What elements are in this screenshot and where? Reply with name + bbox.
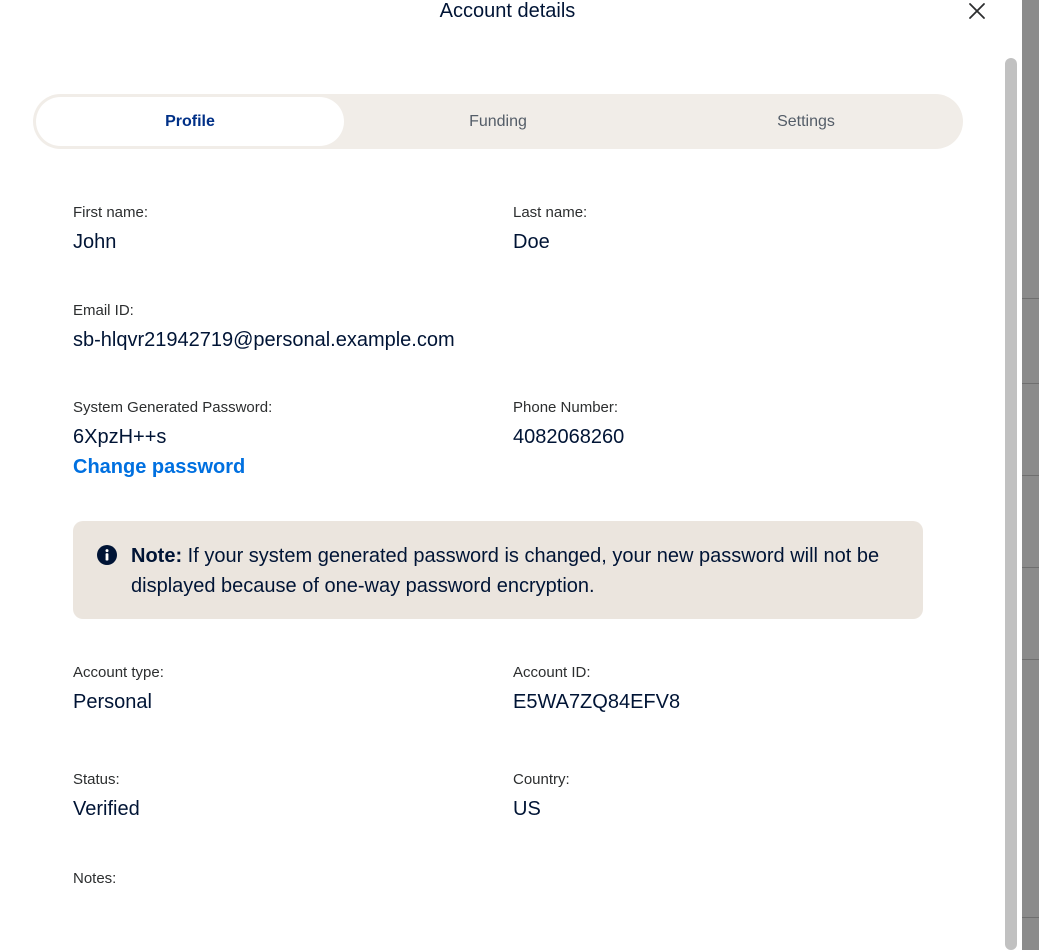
notes-field: Notes: — [73, 870, 116, 888]
account-type-value: Personal — [73, 691, 152, 713]
info-icon — [97, 545, 117, 565]
status-label: Status: — [73, 771, 120, 788]
country-label: Country: — [513, 771, 570, 788]
account-id-field: Account ID: E5WA7ZQ84EFV8 — [513, 664, 680, 714]
phone-value: 4082068260 — [513, 426, 625, 448]
phone-field: Phone Number: 4082068260 — [513, 399, 624, 449]
backdrop-divider — [1022, 383, 1039, 384]
first-name-value: John — [73, 231, 117, 253]
last-name-value: Doe — [513, 231, 550, 253]
email-label: Email ID: — [73, 302, 134, 319]
backdrop-divider — [1022, 567, 1039, 568]
country-field: Country: US — [513, 771, 570, 821]
backdrop-divider — [1022, 475, 1039, 476]
backdrop-divider — [1022, 917, 1039, 918]
email-value: sb-hlqvr21942719@personal.example.com — [73, 329, 455, 351]
note-body: If your system generated password is cha… — [131, 545, 880, 597]
tab-funding[interactable]: Funding — [344, 97, 652, 146]
password-note: Note: If your system generated password … — [73, 521, 923, 619]
account-id-label: Account ID: — [513, 664, 591, 681]
email-field: Email ID: sb-hlqvr21942719@personal.exam… — [73, 302, 455, 352]
close-icon — [969, 3, 985, 19]
password-label: System Generated Password: — [73, 399, 273, 416]
tab-bar: Profile Funding Settings — [33, 94, 963, 149]
last-name-field: Last name: Doe — [513, 204, 587, 254]
password-field: System Generated Password: 6XpzH++s Chan… — [73, 399, 272, 479]
status-field: Status: Verified — [73, 771, 140, 821]
country-value: US — [513, 798, 541, 820]
dialog-title: Account details — [439, 0, 576, 22]
close-button[interactable] — [962, 0, 992, 22]
change-password-link[interactable]: Change password — [73, 455, 272, 479]
account-id-value: E5WA7ZQ84EFV8 — [513, 691, 681, 713]
backdrop-divider — [1022, 659, 1039, 660]
tab-profile[interactable]: Profile — [36, 97, 344, 146]
note-text: Note: If your system generated password … — [131, 541, 899, 619]
first-name-label: First name: — [73, 204, 149, 221]
status-value: Verified — [73, 798, 140, 820]
account-type-field: Account type: Personal — [73, 664, 164, 714]
tab-settings[interactable]: Settings — [652, 97, 960, 146]
backdrop-divider — [1022, 298, 1039, 299]
phone-label: Phone Number: — [513, 399, 619, 416]
scrollbar-thumb[interactable] — [1005, 58, 1017, 950]
account-details-dialog: Account details Profile Funding Settings… — [0, 0, 1022, 950]
first-name-field: First name: John — [73, 204, 148, 254]
last-name-label: Last name: — [513, 204, 588, 221]
note-prefix: Note: — [131, 545, 183, 567]
notes-label: Notes: — [73, 870, 117, 887]
password-value: 6XpzH++s — [73, 426, 167, 448]
account-type-label: Account type: — [73, 664, 164, 681]
